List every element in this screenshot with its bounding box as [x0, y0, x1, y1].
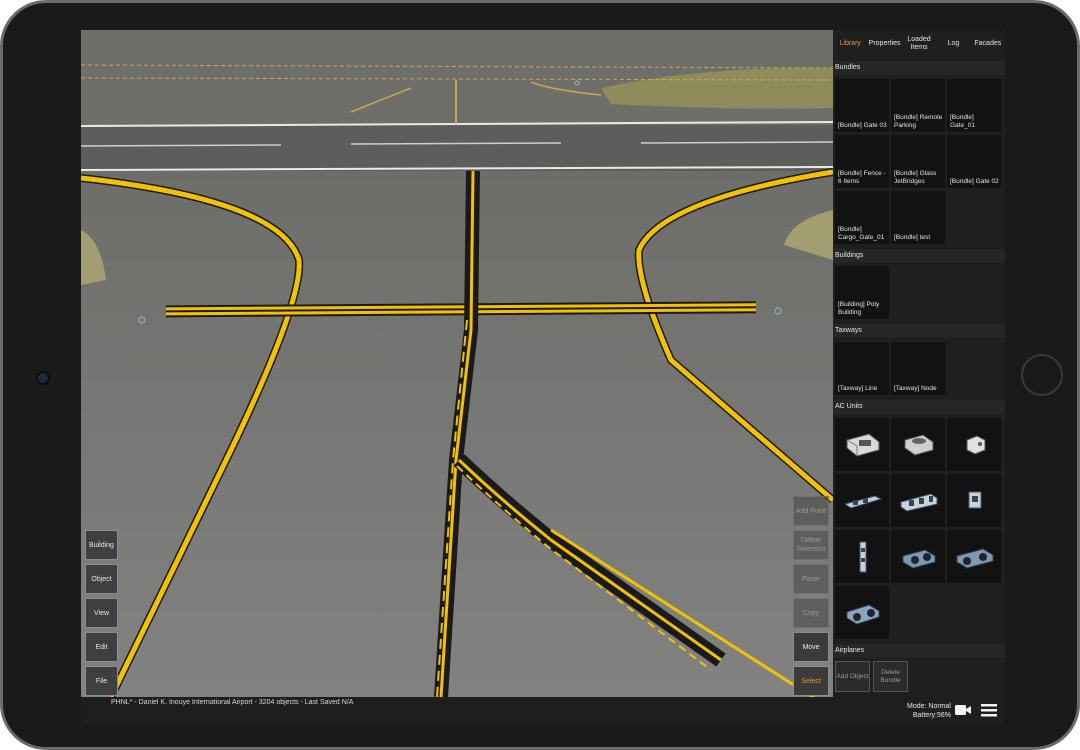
home-button[interactable]	[1021, 354, 1063, 396]
ac-unit-icon	[846, 604, 880, 625]
section-buildings-header: Buildings	[833, 249, 1005, 263]
move-button[interactable]: Move	[793, 632, 829, 662]
paste-button[interactable]: Paste	[793, 564, 829, 594]
section-bundles-header: Bundles	[833, 61, 1005, 75]
taxiway-tile[interactable]: [Taxway] Line	[835, 342, 889, 395]
ac-unit-icon	[968, 491, 982, 509]
object-tool-button[interactable]: Object	[85, 564, 118, 594]
mode-label: Mode: Normal	[907, 703, 951, 710]
copy-button[interactable]: Copy	[793, 598, 829, 628]
tile-label: [Bundle] Fence - 6 Items	[838, 170, 886, 185]
bundle-tile[interactable]: [Bundle] Cargo_Gate_01	[835, 191, 889, 244]
status-right: Mode: Normal Battery:56%	[833, 697, 1005, 724]
ac-unit-icon	[859, 541, 867, 573]
tile-label: [Taxway] Node	[894, 385, 937, 392]
ac-unit-icon	[904, 434, 934, 456]
select-button[interactable]: Select	[793, 666, 829, 696]
front-camera	[38, 373, 48, 383]
ac-unit-tile[interactable]	[891, 530, 945, 583]
tab-log[interactable]: Log	[936, 40, 970, 48]
add-object-button[interactable]: Add Object	[835, 661, 870, 692]
tab-loaded-items[interactable]: Loaded Items	[902, 36, 936, 52]
status-bar: PHNL* - Daniel K. Inouye International A…	[81, 697, 833, 724]
ac-unit-icon	[846, 433, 880, 457]
taxiway-tile[interactable]: [Taxway] Node	[891, 342, 945, 395]
menu-icon[interactable]	[981, 703, 997, 717]
bundle-tile[interactable]: [Bundle] Glass JetBridges	[891, 135, 945, 188]
airport-scene	[81, 30, 833, 697]
section-airplanes-header: Airplanes	[833, 644, 1005, 658]
tablet-frame: Building Object View Edit File Add Point…	[0, 0, 1080, 750]
file-tool-button[interactable]: File	[85, 666, 118, 696]
section-taxiways-header: Taxways	[833, 324, 1005, 338]
view-tool-button[interactable]: View	[85, 598, 118, 628]
bundle-tile[interactable]: [Bundle] Gate 02	[947, 135, 1001, 188]
bundle-tile[interactable]: [Bundle] Remote Parking	[891, 79, 945, 132]
tile-label: [Bundle] Gate 02	[950, 178, 999, 185]
library-panel: Library Properties Loaded Items Log Faca…	[833, 30, 1005, 724]
bundle-tile[interactable]: [Bundle] Fence - 6 Items	[835, 135, 889, 188]
tile-label: [Bundle] test	[894, 234, 931, 241]
ac-unit-tile[interactable]	[891, 474, 945, 527]
add-point-button[interactable]: Add Point	[793, 496, 829, 526]
ac-unit-tile[interactable]	[947, 474, 1001, 527]
tab-library[interactable]: Library	[833, 40, 867, 48]
ac-unit-icon	[900, 493, 938, 512]
ac-unit-tile[interactable]	[835, 474, 889, 527]
3d-viewport[interactable]	[81, 30, 833, 697]
tab-properties[interactable]: Properties	[867, 40, 901, 48]
tile-label: [Bundle] Gate_01	[950, 114, 975, 129]
ac-unit-icon	[956, 548, 994, 569]
tab-facades[interactable]: Facades	[971, 40, 1005, 48]
mode-readout: Mode: Normal Battery:56%	[907, 702, 951, 720]
ac-unit-tile[interactable]	[835, 418, 889, 471]
ac-unit-tile[interactable]	[947, 418, 1001, 471]
battery-label: Battery:56%	[912, 712, 951, 719]
tile-label: [Taxway] Line	[838, 385, 878, 392]
camera-icon[interactable]	[955, 704, 971, 716]
bundle-tile[interactable]: [Bundle] Gate_01	[947, 79, 1001, 132]
building-tile[interactable]: [Building] Poly Building	[835, 266, 889, 319]
edit-tool-button[interactable]: Edit	[85, 632, 118, 662]
tile-label: [Bundle] Remote Parking	[894, 114, 943, 129]
ac-unit-tile[interactable]	[891, 418, 945, 471]
section-ac-units-header: AC Units	[833, 400, 1005, 414]
building-tool-button[interactable]: Building	[85, 530, 118, 560]
bundle-tile[interactable]: [Bundle] Gate 03	[835, 79, 889, 132]
status-text: PHNL* - Daniel K. Inouye International A…	[111, 699, 354, 706]
delete-selection-button[interactable]: Delete Selection	[793, 530, 829, 560]
delete-bundle-button[interactable]: Delete Bundle	[873, 661, 908, 692]
ac-unit-tile[interactable]	[835, 586, 889, 639]
tile-label: [Bundle] Gate 03	[838, 122, 887, 129]
tile-label: [Bundle] Glass JetBridges	[894, 170, 937, 185]
ac-unit-icon	[843, 495, 883, 509]
ac-unit-tile[interactable]	[947, 530, 1001, 583]
tile-label: [Building] Poly Building	[838, 301, 880, 316]
tile-label: [Bundle] Cargo_Gate_01	[838, 226, 885, 241]
panel-tabs: Library Properties Loaded Items Log Faca…	[833, 30, 1005, 57]
bundle-tile[interactable]: [Bundle] test	[891, 191, 945, 244]
ac-unit-icon	[902, 549, 936, 569]
app-screen: Building Object View Edit File Add Point…	[81, 30, 1005, 724]
ac-unit-icon	[966, 435, 986, 455]
ac-unit-tile[interactable]	[835, 530, 889, 583]
